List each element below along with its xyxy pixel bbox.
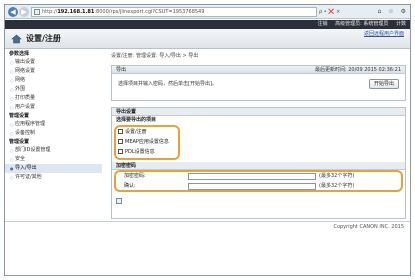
sidebar-section-title: 管理设置 — [9, 139, 30, 145]
last-updated: 最后更新时间: 20/09 2015 02:36:21 — [314, 67, 401, 73]
sidebar-item[interactable]: 输出设置 — [5, 58, 102, 67]
gear-icon[interactable]: ⚙ — [401, 8, 406, 15]
confirm-hint: (最多32个字符) — [319, 183, 355, 189]
sidebar-item[interactable]: 网络设置 — [5, 67, 102, 76]
checkbox-label: 设置/注册 — [125, 129, 147, 135]
sidebar-section-title: 参数选择 — [9, 51, 30, 57]
settings-panel: 导出设置 选择要导出的项目 设置/注册 MEAP应用设置信息 PDL设置信息 加… — [111, 107, 406, 219]
password-row: 加密密码: (最多32个字符) — [112, 172, 407, 181]
sidebar-item[interactable]: 用户设置 — [5, 103, 102, 112]
password-label: 加密密码: — [124, 173, 146, 179]
panel-header: 导出 最后更新时间: 20/09 2015 02:36:21 — [112, 66, 405, 74]
password-section-header: 加密密码 — [112, 162, 405, 170]
breadcrumb: 设置/注册: 管理设置: 导入/导出 > 导出 — [111, 53, 199, 59]
panel-title: 导出 — [116, 67, 127, 73]
page-icon — [34, 9, 40, 15]
confirm-label: 确认: — [124, 183, 136, 189]
checkbox-label: PDL设置信息 — [125, 149, 155, 155]
sidebar-item[interactable]: 许可证/其他 — [5, 173, 102, 182]
sidebar-item[interactable]: 设备控制 — [5, 129, 102, 138]
items-section-header: 选择要导出的项目 — [112, 116, 405, 124]
password-input[interactable] — [188, 173, 316, 180]
sidebar-item[interactable]: 部门ID设置管理 — [5, 146, 102, 155]
forward-arrow-icon[interactable]: ▶ — [19, 7, 29, 17]
checkbox-pdl-settings[interactable]: PDL设置信息 — [118, 148, 155, 156]
url-prefix: http:// — [42, 9, 58, 15]
address-tools[interactable]: ρ • ❌ × — [319, 7, 340, 17]
url-host: 192.168.1.81 — [57, 9, 95, 15]
logout-link[interactable]: 注销 — [318, 21, 328, 27]
confirm-row: 确认: (最多32个字符) — [112, 182, 407, 191]
browser-window: ◀ ▶ http://192.168.1.81:8000/rps/jlinexp… — [4, 4, 411, 276]
checkbox-meap-settings[interactable]: MEAP应用设置信息 — [118, 138, 169, 146]
home-icon[interactable]: ⌂ — [378, 8, 382, 15]
main-content: 设置/注册: 管理设置: 导入/导出 > 导出 导出 最后更新时间: 20/09… — [111, 52, 406, 222]
page-top-icon[interactable] — [116, 198, 122, 204]
blank-area — [5, 232, 410, 275]
sidebar-item[interactable]: 打印质量 — [5, 94, 102, 103]
sidebar-item-import-export[interactable]: 导入/导出 — [5, 164, 102, 173]
sidebar-item[interactable]: 网络 — [5, 76, 102, 85]
checkbox[interactable] — [118, 148, 123, 154]
window-tools: ⌂ ☆ ⚙ — [373, 7, 406, 17]
home-icon[interactable] — [11, 34, 22, 44]
export-settings-header: 导出设置 — [112, 108, 405, 116]
checkbox[interactable] — [118, 138, 123, 144]
checkbox[interactable] — [118, 128, 123, 134]
page-header: 设置/注册 返回远程用户界面 — [5, 29, 410, 49]
sidebar-item[interactable]: 安全 — [5, 155, 102, 164]
confirm-input[interactable] — [188, 183, 316, 190]
instruction-text: 选择项目并输入密码，然后单击[开始导出]。 — [118, 81, 217, 87]
back-arrow-icon[interactable]: ◀ — [8, 7, 18, 17]
copyright: Copyright CANON INC. 2015 — [333, 224, 404, 230]
admin-label: 高级管理员: 系统管理员 — [335, 21, 389, 27]
sidebar-section-title: 管理设置 — [9, 113, 30, 119]
browser-toolbar: ◀ ▶ http://192.168.1.81:8000/rps/jlinexp… — [5, 5, 410, 19]
start-export-button[interactable]: 开始导出 — [368, 79, 399, 89]
sidebar-item[interactable]: 应用程序管理 — [5, 120, 102, 129]
address-bar[interactable]: http://192.168.1.81:8000/rps/jlinexport.… — [31, 7, 317, 17]
page-title: 设置/注册 — [26, 34, 61, 43]
counter-link[interactable]: 计数 — [396, 21, 406, 27]
sidebar-item[interactable]: 外围 — [5, 85, 102, 94]
password-hint: (最多32个字符) — [319, 173, 355, 179]
checkbox-settings-registration[interactable]: 设置/注册 — [118, 128, 147, 136]
footer: Copyright CANON INC. 2015 — [5, 221, 410, 231]
star-icon[interactable]: ☆ — [388, 8, 393, 15]
export-panel: 导出 最后更新时间: 20/09 2015 02:36:21 选择项目并输入密码… — [111, 65, 406, 101]
url-path: :8000/rps/jlinexport.cgi?CSUT=1953768549 — [94, 9, 205, 15]
checkbox-label: MEAP应用设置信息 — [125, 139, 169, 145]
sidebar: 参数选择 输出设置 网络设置 网络 外围 打印质量 用户设置 管理设置 应用程序… — [5, 50, 102, 230]
remote-ui-link[interactable]: 返回远程用户界面 — [364, 31, 404, 38]
top-bar: 注销 高级管理员: 系统管理员 计数 — [5, 20, 410, 29]
